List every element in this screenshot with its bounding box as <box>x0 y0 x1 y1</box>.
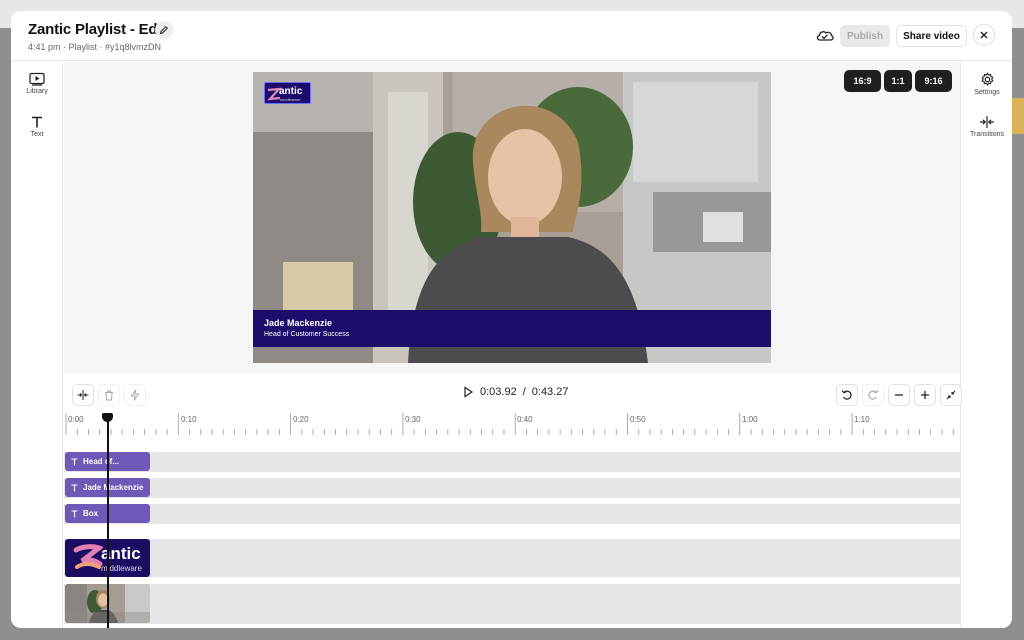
video-preview[interactable]: antic middleware Jade Mackenzie Head of … <box>253 72 771 363</box>
undo-button[interactable] <box>836 384 858 406</box>
playhead-line <box>107 416 109 628</box>
pencil-icon <box>159 25 169 35</box>
sidebar-item-transitions[interactable]: Transitions <box>961 115 1012 138</box>
trash-icon <box>105 390 113 400</box>
ruler-ticks <box>65 413 954 435</box>
auto-magic-button[interactable] <box>124 384 146 406</box>
sidebar-item-settings[interactable]: Settings <box>961 72 1012 96</box>
collapse-button[interactable] <box>940 384 962 406</box>
sidebar-item-label: Library <box>26 88 48 95</box>
clip-label: Box <box>83 509 99 518</box>
ratio-16-9-button[interactable]: 16:9 <box>844 70 881 92</box>
gear-icon <box>980 72 994 86</box>
library-icon <box>29 72 45 86</box>
right-sidebar: Settings Transitions <box>960 62 1012 628</box>
ruler-label: 0:40 <box>517 415 533 424</box>
aspect-ratio-group: 16:9 1:1 9:16 <box>844 70 952 92</box>
play-icon[interactable] <box>462 386 474 398</box>
preview-stage: antic middleware Jade Mackenzie Head of … <box>64 62 960 374</box>
lower-third-role: Head of Customer Success <box>264 331 350 338</box>
timeline-toolbar: 0:03.92 / 0:43.27 <box>64 374 962 416</box>
track-image[interactable]: antic middleware <box>64 539 960 577</box>
lower-third-banner: Jade Mackenzie Head of Customer Success <box>253 310 771 347</box>
split-icon <box>77 390 89 400</box>
track-text-3[interactable]: Box <box>64 504 960 524</box>
video-logo-subtext: middleware <box>280 97 301 102</box>
redo-icon <box>868 390 879 400</box>
current-time: 0:03.92 <box>480 386 517 398</box>
lower-third-name: Jade Mackenzie <box>264 318 333 328</box>
track-text-1[interactable]: Head of... <box>64 452 960 472</box>
ruler-label: 0:10 <box>181 415 197 424</box>
ruler-label: 1:00 <box>742 415 758 424</box>
page-subtitle: 4:41 pm · Playlist · #y1q8lvmzDN <box>28 42 162 52</box>
plus-icon <box>921 391 929 399</box>
ratio-1-1-button[interactable]: 1:1 <box>884 70 912 92</box>
text-icon <box>71 483 78 491</box>
minus-icon <box>895 394 903 396</box>
ruler-label: 1:10 <box>854 415 870 424</box>
zoom-out-button[interactable] <box>888 384 910 406</box>
clip-label: Jade Mackenzie <box>83 483 144 492</box>
zoom-in-button[interactable] <box>914 384 936 406</box>
time-separator: / <box>522 386 526 398</box>
sidebar-item-text[interactable]: Text <box>11 115 63 138</box>
ruler-label: 0:30 <box>405 415 421 424</box>
total-time: 0:43.27 <box>531 386 569 398</box>
edit-title-button[interactable] <box>155 21 173 39</box>
collapse-icon <box>946 390 956 400</box>
redo-button[interactable] <box>862 384 884 406</box>
publish-button[interactable]: Publish <box>840 25 890 47</box>
editor-modal: Zantic Playlist - Edit 4:41 pm · Playlis… <box>11 11 1012 628</box>
close-button[interactable] <box>973 24 995 46</box>
page-title: Zantic Playlist - Edit <box>28 21 167 38</box>
video-logo-text: antic <box>279 86 303 97</box>
sidebar-item-label: Text <box>30 131 44 138</box>
sidebar-item-library[interactable]: Library <box>11 72 63 95</box>
sidebar-item-label: Transitions <box>970 131 1004 138</box>
ratio-9-16-button[interactable]: 9:16 <box>915 70 952 92</box>
timeline-tracks: Head of... Jade Mackenzie Box antic midd… <box>64 435 960 628</box>
playback-controls: 0:03.92 / 0:43.27 <box>462 386 568 398</box>
close-icon <box>980 31 988 39</box>
text-icon <box>32 116 42 128</box>
lightning-icon <box>130 389 140 401</box>
ruler-label: 0:20 <box>293 415 309 424</box>
undo-icon <box>841 390 852 400</box>
delete-button[interactable] <box>98 384 120 406</box>
logo-mark-icon <box>73 544 103 569</box>
track-video[interactable] <box>64 584 960 624</box>
editor-header: Zantic Playlist - Edit 4:41 pm · Playlis… <box>11 11 1012 61</box>
timeline-ruler[interactable]: 0:00 0:10 0:20 0:30 0:40 0:50 1:00 1:10 <box>64 413 960 435</box>
split-button[interactable] <box>72 384 94 406</box>
left-sidebar: Library Text <box>11 62 63 628</box>
video-logo-overlay: antic middleware <box>264 82 311 104</box>
ruler-label: 0:50 <box>630 415 646 424</box>
sidebar-item-label: Settings <box>974 89 1000 96</box>
clip-label: Head of... <box>83 457 120 466</box>
cloud-saved-icon <box>816 31 834 41</box>
text-icon <box>71 509 78 517</box>
transitions-icon <box>980 116 994 128</box>
track-text-2[interactable]: Jade Mackenzie <box>64 478 960 498</box>
text-icon <box>71 457 78 465</box>
share-video-button[interactable]: Share video <box>896 25 967 47</box>
ruler-label: 0:00 <box>68 415 84 424</box>
